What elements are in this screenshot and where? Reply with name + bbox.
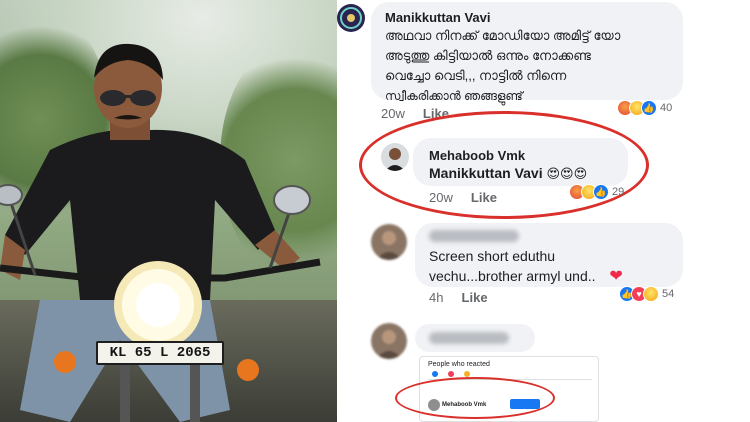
comment-line-text: vechu...brother armyl und.. [429, 268, 596, 284]
avatar[interactable] [337, 4, 365, 32]
profile-photo: KL 65 L 2065 [0, 0, 337, 422]
blurred-author-name [429, 230, 519, 242]
blurred-author-name [429, 332, 509, 344]
avatar[interactable] [381, 143, 409, 171]
avatar-image-icon [371, 323, 407, 359]
comment-time[interactable]: 20w [381, 106, 405, 121]
comment-meta: 20w Like [429, 190, 497, 205]
reaction-summary[interactable]: 👍 40 [617, 98, 672, 118]
comment-time[interactable]: 4h [429, 290, 443, 305]
heart-icon: ❤ [609, 268, 623, 285]
reaction-summary[interactable]: 👍 29 [569, 182, 624, 202]
avatar-image-icon [381, 143, 409, 171]
comment-line: അടുത്തു കിട്ടിയാൽ ഒന്നും നോക്കണ്ട [385, 48, 591, 63]
comment-line: സ്വീകരിക്കാൻ ഞങ്ങളുണ്ട് [385, 89, 523, 103]
avatar[interactable] [371, 224, 407, 260]
avatar-image-icon [337, 4, 365, 32]
reaction-count: 54 [662, 288, 675, 300]
reaction-summary[interactable]: 👍 ♥ 54 [619, 284, 674, 304]
reaction-count: 29 [612, 186, 625, 198]
like-button[interactable]: Like [462, 290, 488, 305]
like-icon [432, 371, 438, 377]
comment-meta: 4h Like [429, 290, 488, 305]
comment-line: vechu...brother armyl und.. ❤ [429, 266, 623, 287]
laugh-icon [643, 286, 659, 302]
like-button[interactable]: Like [471, 190, 497, 205]
like-icon: 👍 [641, 100, 657, 116]
avatar-image-icon [371, 224, 407, 260]
comment-thread: Manikkuttan Vavi അഥവാ നിനക്ക് മോഡിയോ അമി… [337, 0, 750, 422]
love-icon [448, 371, 454, 377]
license-plate: KL 65 L 2065 [96, 341, 224, 365]
reactions-dialog-title: People who reacted [428, 361, 490, 368]
tagged-user[interactable]: Manikkuttan Vavi [429, 165, 543, 181]
heart-eyes-icon: 😍😍😍 [546, 166, 588, 181]
avatar[interactable] [371, 323, 407, 359]
highlight-ring [395, 377, 555, 419]
reaction-count: 40 [660, 102, 673, 114]
like-icon: 👍 [593, 184, 609, 200]
comment-author[interactable]: Manikkuttan Vavi [385, 10, 490, 25]
comment-author[interactable]: Mehaboob Vmk [429, 148, 525, 163]
comment-line: അഥവാ നിനക്ക് മോഡിയോ അമിട്ട് യോ [385, 28, 621, 43]
comment-time[interactable]: 20w [429, 190, 453, 205]
reply-tag[interactable]: Manikkuttan Vavi 😍😍😍 [429, 165, 587, 182]
comment-line: വെച്ചോ വെടി,,, നാട്ടിൽ നിന്നെ [385, 68, 567, 83]
comment-line: Screen short eduthu [429, 248, 556, 264]
